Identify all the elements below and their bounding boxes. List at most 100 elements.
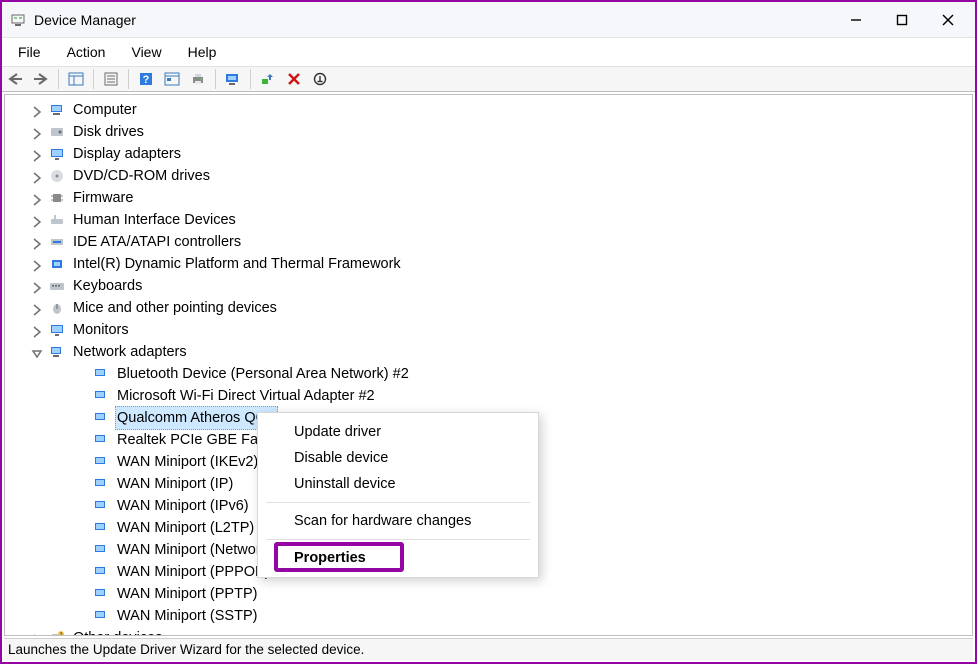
svg-text:?: ? xyxy=(60,633,63,637)
chip-icon xyxy=(49,256,65,272)
scan-hardware-button[interactable] xyxy=(222,68,244,90)
tree-label: Computer xyxy=(71,99,139,121)
uninstall-device-button[interactable] xyxy=(283,68,305,90)
menu-action[interactable]: Action xyxy=(55,41,118,63)
tree-label: Bluetooth Device (Personal Area Network)… xyxy=(115,363,411,385)
tree-label: WAN Miniport (L2TP) xyxy=(115,517,256,539)
tree-label: IDE ATA/ATAPI controllers xyxy=(71,231,243,253)
tree-label: DVD/CD-ROM drives xyxy=(71,165,212,187)
tree-row[interactable]: Microsoft Wi-Fi Direct Virtual Adapter #… xyxy=(5,385,972,407)
tree-label: Keyboards xyxy=(71,275,144,297)
tree-label: WAN Miniport (SSTP) xyxy=(115,605,259,627)
properties-button[interactable] xyxy=(100,68,122,90)
network-adapter-icon xyxy=(93,410,109,426)
other-devices-icon: ? xyxy=(49,630,65,636)
tree-label: WAN Miniport (IPv6) xyxy=(115,495,251,517)
network-adapter-icon xyxy=(93,520,109,536)
maximize-button[interactable] xyxy=(879,4,925,36)
chevron-right-icon[interactable] xyxy=(31,147,45,161)
chevron-right-icon[interactable] xyxy=(31,323,45,337)
ctx-disable-device[interactable]: Disable device xyxy=(258,445,538,471)
action-list-button[interactable] xyxy=(161,68,183,90)
show-hide-console-button[interactable] xyxy=(65,68,87,90)
disable-device-button[interactable] xyxy=(309,68,331,90)
back-button[interactable] xyxy=(4,68,26,90)
ctx-uninstall-device[interactable]: Uninstall device xyxy=(258,471,538,497)
tree-row[interactable]: ? Other devices xyxy=(5,627,972,636)
network-adapter-icon xyxy=(93,498,109,514)
print-icon[interactable] xyxy=(187,68,209,90)
window-title: Device Manager xyxy=(34,12,136,28)
tree-label: Qualcomm Atheros QCA xyxy=(115,406,278,430)
chevron-right-icon[interactable] xyxy=(31,235,45,249)
tree-label: WAN Miniport (IP) xyxy=(115,473,235,495)
chevron-right-icon[interactable] xyxy=(31,631,45,636)
chevron-down-icon[interactable] xyxy=(31,345,45,359)
tree-label: Mice and other pointing devices xyxy=(71,297,279,319)
chevron-right-icon[interactable] xyxy=(31,169,45,183)
tree-row[interactable]: Human Interface Devices xyxy=(5,209,972,231)
tree-row[interactable]: Mice and other pointing devices xyxy=(5,297,972,319)
chevron-right-icon[interactable] xyxy=(31,257,45,271)
chevron-right-icon[interactable] xyxy=(31,213,45,227)
tree-label: WAN Miniport (IKEv2) xyxy=(115,451,260,473)
tree-row[interactable]: Firmware xyxy=(5,187,972,209)
menu-help[interactable]: Help xyxy=(176,41,229,63)
close-button[interactable] xyxy=(925,4,971,36)
toolbar: ? xyxy=(2,66,975,92)
tree-label: Disk drives xyxy=(71,121,146,143)
menubar: File Action View Help xyxy=(2,38,975,66)
statusbar: Launches the Update Driver Wizard for th… xyxy=(4,638,973,660)
computer-icon xyxy=(49,102,65,118)
network-adapter-icon xyxy=(93,454,109,470)
hid-icon xyxy=(49,212,65,228)
chevron-right-icon[interactable] xyxy=(31,103,45,117)
chevron-right-icon[interactable] xyxy=(31,125,45,139)
tree-row[interactable]: Network adapters xyxy=(5,341,972,363)
tree-row[interactable]: IDE ATA/ATAPI controllers xyxy=(5,231,972,253)
ctx-update-driver[interactable]: Update driver xyxy=(258,419,538,445)
minimize-button[interactable] xyxy=(833,4,879,36)
tree-row[interactable]: Keyboards xyxy=(5,275,972,297)
ctx-properties[interactable]: Properties xyxy=(258,545,538,571)
forward-button[interactable] xyxy=(30,68,52,90)
menu-file[interactable]: File xyxy=(6,41,53,63)
help-button[interactable]: ? xyxy=(135,68,157,90)
tree-row[interactable]: Display adapters xyxy=(5,143,972,165)
chevron-right-icon[interactable] xyxy=(31,279,45,293)
monitor-icon xyxy=(49,322,65,338)
ide-icon xyxy=(49,234,65,250)
update-driver-button[interactable] xyxy=(257,68,279,90)
ctx-scan-hardware[interactable]: Scan for hardware changes xyxy=(258,508,538,534)
tree-row[interactable]: Bluetooth Device (Personal Area Network)… xyxy=(5,363,972,385)
tree-row[interactable]: Intel(R) Dynamic Platform and Thermal Fr… xyxy=(5,253,972,275)
display-icon xyxy=(49,146,65,162)
network-adapter-icon xyxy=(93,476,109,492)
network-adapter-icon xyxy=(93,608,109,624)
tree-label: Display adapters xyxy=(71,143,183,165)
network-adapter-icon xyxy=(93,366,109,382)
tree-label: Network adapters xyxy=(71,341,189,363)
app-icon xyxy=(10,12,26,28)
tree-row[interactable]: WAN Miniport (PPTP) xyxy=(5,583,972,605)
svg-text:?: ? xyxy=(143,74,150,86)
network-adapter-icon xyxy=(93,432,109,448)
titlebar: Device Manager xyxy=(2,2,975,38)
keyboard-icon xyxy=(49,278,65,294)
network-adapter-icon xyxy=(93,388,109,404)
tree-row[interactable]: Monitors xyxy=(5,319,972,341)
dvd-icon xyxy=(49,168,65,184)
tree-label: Monitors xyxy=(71,319,131,341)
tree-row[interactable]: WAN Miniport (SSTP) xyxy=(5,605,972,627)
tree-label: Intel(R) Dynamic Platform and Thermal Fr… xyxy=(71,253,403,275)
chip-icon xyxy=(49,190,65,206)
tree-row[interactable]: Disk drives xyxy=(5,121,972,143)
chevron-right-icon[interactable] xyxy=(31,191,45,205)
chevron-right-icon[interactable] xyxy=(31,301,45,315)
tree-row[interactable]: DVD/CD-ROM drives xyxy=(5,165,972,187)
network-adapter-icon xyxy=(93,542,109,558)
menu-view[interactable]: View xyxy=(119,41,173,63)
tree-row[interactable]: Computer xyxy=(5,99,972,121)
tree-label: Other devices xyxy=(71,627,164,636)
separator xyxy=(266,502,530,503)
